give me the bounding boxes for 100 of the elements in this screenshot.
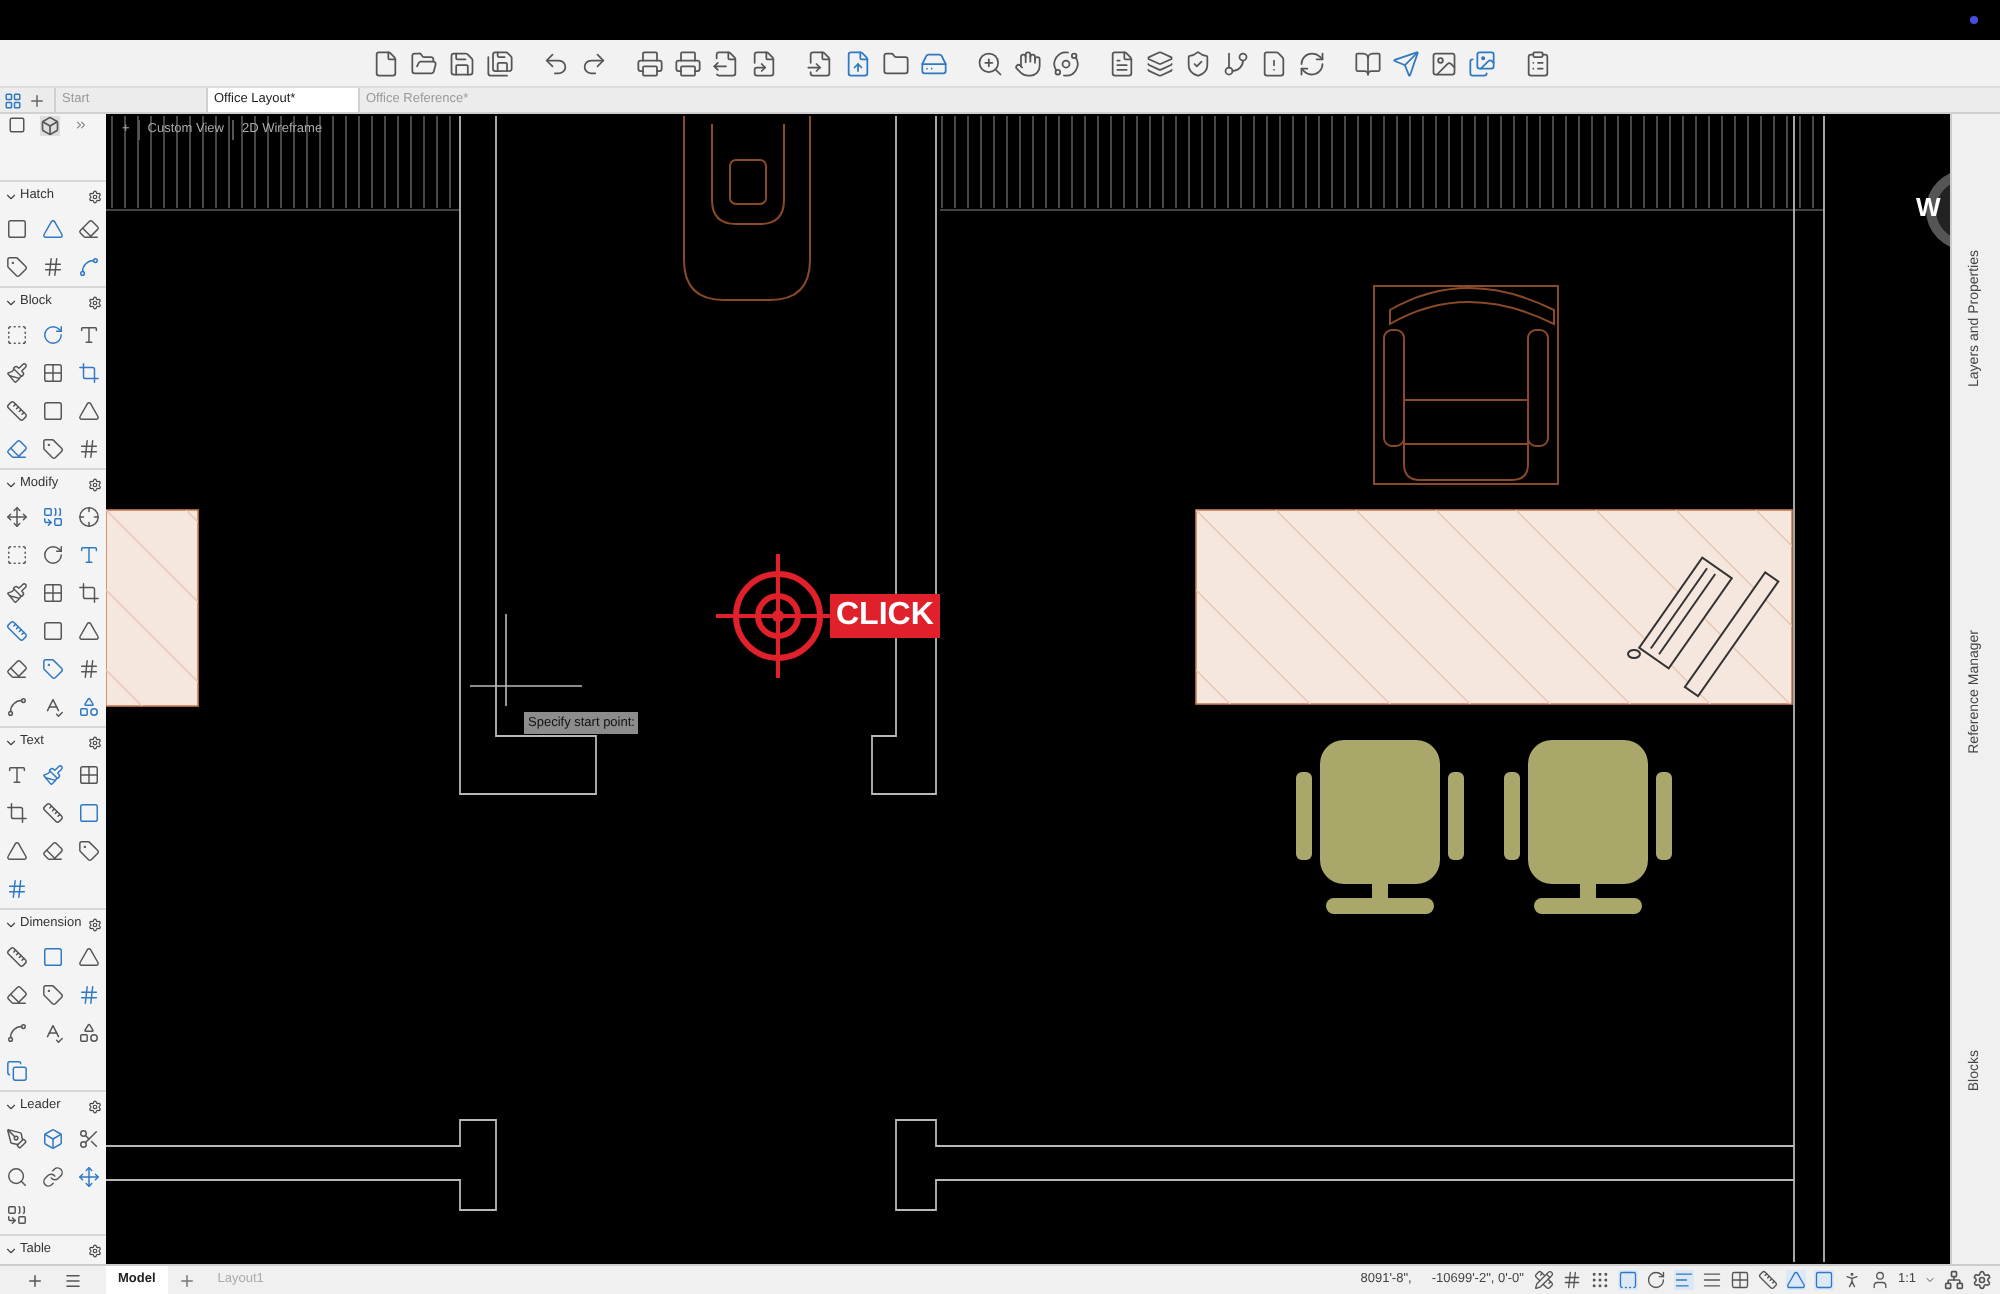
settings-icon[interactable] <box>88 477 102 491</box>
settings-icon[interactable] <box>88 295 102 309</box>
save-icon[interactable] <box>448 49 476 77</box>
square-icon[interactable] <box>8 116 26 134</box>
clipboard-icon[interactable] <box>1524 49 1552 77</box>
curve-icon[interactable] <box>6 1022 29 1044</box>
caret-icon[interactable] <box>4 189 18 203</box>
orbit-icon[interactable] <box>1052 49 1080 77</box>
triangle-icon[interactable] <box>77 946 100 968</box>
printer-icon[interactable] <box>636 49 664 77</box>
triangle-icon[interactable] <box>77 400 100 422</box>
eraser-icon[interactable] <box>6 984 29 1006</box>
tag-icon[interactable] <box>6 256 29 278</box>
link-icon[interactable] <box>41 1166 64 1188</box>
cube-icon[interactable] <box>41 1128 64 1150</box>
menu-icon[interactable] <box>63 1271 81 1289</box>
caret-icon[interactable] <box>4 917 18 931</box>
triangle-icon[interactable] <box>77 620 100 642</box>
images-icon[interactable] <box>1468 49 1496 77</box>
ruler-icon[interactable] <box>6 946 29 968</box>
dimension-icon[interactable] <box>1757 1270 1778 1290</box>
eraser-icon[interactable] <box>6 438 29 460</box>
settings-icon[interactable] <box>1972 1270 1992 1290</box>
send-icon[interactable] <box>1392 49 1420 77</box>
hand-icon[interactable] <box>1014 49 1042 77</box>
settings-icon[interactable] <box>88 1099 102 1113</box>
pen-icon[interactable] <box>6 1128 29 1150</box>
refresh-icon[interactable] <box>1298 49 1326 77</box>
annotation-icon[interactable] <box>1841 1270 1862 1290</box>
square-icon[interactable] <box>77 802 100 824</box>
tag-icon[interactable] <box>41 984 64 1006</box>
shapes-icon[interactable] <box>77 696 100 718</box>
snap-icon[interactable] <box>1589 1270 1610 1290</box>
file-icon[interactable] <box>372 49 400 77</box>
curve-icon[interactable] <box>77 256 100 278</box>
polar-icon[interactable] <box>1645 1270 1666 1290</box>
branch-icon[interactable] <box>1222 49 1250 77</box>
drive-icon[interactable] <box>920 49 948 77</box>
brush-icon[interactable] <box>41 764 64 786</box>
settings-icon[interactable] <box>88 1243 102 1257</box>
file-arrow-icon[interactable] <box>750 49 778 77</box>
rotate-icon[interactable] <box>41 544 64 566</box>
eraser-icon[interactable] <box>41 840 64 862</box>
tag-icon[interactable] <box>77 840 100 862</box>
annotation-icon[interactable] <box>1869 1270 1890 1290</box>
triangle-icon[interactable] <box>41 218 64 240</box>
square-icon[interactable] <box>41 400 64 422</box>
layers-icon[interactable] <box>1146 49 1174 77</box>
eraser-icon[interactable] <box>77 218 100 240</box>
text-icon[interactable] <box>77 324 100 346</box>
brush-icon[interactable] <box>6 582 29 604</box>
add-layout-icon[interactable] <box>177 1271 196 1289</box>
move-icon[interactable] <box>6 506 29 528</box>
caret-icon[interactable] <box>4 1099 18 1113</box>
settings-icon[interactable] <box>88 917 102 931</box>
lineweight-icon[interactable] <box>1701 1270 1722 1290</box>
image-icon[interactable] <box>1430 49 1458 77</box>
crop-icon[interactable] <box>77 362 100 384</box>
crosshair-icon[interactable] <box>77 506 100 528</box>
combine-icon[interactable] <box>6 1204 29 1226</box>
hash-icon[interactable] <box>77 658 100 680</box>
cube-icon[interactable] <box>40 115 60 135</box>
crop-icon[interactable] <box>6 802 29 824</box>
square-icon[interactable] <box>41 620 64 642</box>
dashed-square-icon[interactable] <box>6 324 29 346</box>
expand-icon[interactable] <box>74 118 88 132</box>
hash-icon[interactable] <box>77 984 100 1006</box>
folder-icon[interactable] <box>410 49 438 77</box>
tag-icon[interactable] <box>41 438 64 460</box>
move-icon[interactable] <box>77 1166 100 1188</box>
scissors-icon[interactable] <box>77 1128 100 1150</box>
undo-icon[interactable] <box>542 49 570 77</box>
book-icon[interactable] <box>1354 49 1382 77</box>
settings-icon[interactable] <box>88 735 102 749</box>
square-icon[interactable] <box>6 218 29 240</box>
grid-icon[interactable] <box>4 91 22 109</box>
angle-icon[interactable] <box>1785 1270 1806 1290</box>
ruler-icon[interactable] <box>6 620 29 642</box>
crop-icon[interactable] <box>77 582 100 604</box>
caret-icon[interactable] <box>4 1243 18 1257</box>
hash-icon[interactable] <box>77 438 100 460</box>
settings-icon[interactable] <box>88 189 102 203</box>
network-icon[interactable] <box>1944 1270 1964 1290</box>
brush-icon[interactable] <box>6 362 29 384</box>
spell-check-icon[interactable] <box>41 1022 64 1044</box>
document-icon[interactable] <box>1108 49 1136 77</box>
hash-icon[interactable] <box>41 256 64 278</box>
osnap-icon[interactable] <box>1673 1270 1694 1290</box>
text-icon[interactable] <box>6 764 29 786</box>
grid-icon[interactable] <box>41 582 64 604</box>
square-icon[interactable] <box>41 946 64 968</box>
search-icon[interactable] <box>6 1166 29 1188</box>
shapes-icon[interactable] <box>77 1022 100 1044</box>
ruler-icon[interactable] <box>1533 1270 1554 1290</box>
compass-label[interactable]: W <box>1916 194 1941 222</box>
grid-icon[interactable] <box>77 764 100 786</box>
folder-icon[interactable] <box>882 49 910 77</box>
copy-icon[interactable] <box>6 1060 29 1082</box>
eraser-icon[interactable] <box>6 658 29 680</box>
caret-icon[interactable] <box>4 477 18 491</box>
